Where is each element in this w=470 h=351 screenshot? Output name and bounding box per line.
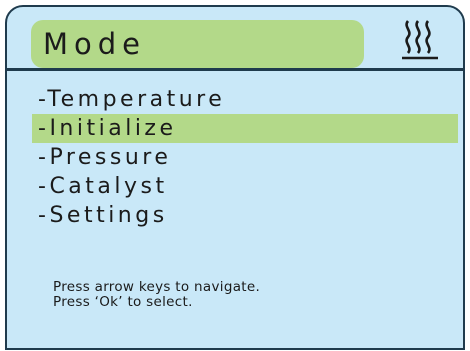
menu-item-initialize[interactable]: -Initialize: [32, 114, 458, 143]
device-screen: Mode -Temperature -Initialize -Pressure …: [5, 5, 465, 350]
help-line-select: Press ‘Ok’ to select.: [53, 294, 193, 310]
help-line-navigate: Press arrow keys to navigate.: [53, 279, 261, 295]
header-bar: Mode: [7, 7, 463, 71]
title-banner: Mode: [31, 20, 364, 68]
menu-item-settings[interactable]: -Settings: [7, 201, 463, 230]
menu-item-catalyst[interactable]: -Catalyst: [7, 172, 463, 201]
help-text: Press arrow keys to navigate. Press ‘Ok’…: [53, 280, 260, 310]
menu-item-pressure[interactable]: -Pressure: [7, 143, 463, 172]
menu-item-temperature[interactable]: -Temperature: [7, 85, 463, 114]
mode-menu: -Temperature -Initialize -Pressure -Cata…: [7, 85, 463, 230]
heat-icon: [402, 20, 438, 60]
page-title: Mode: [43, 27, 147, 61]
